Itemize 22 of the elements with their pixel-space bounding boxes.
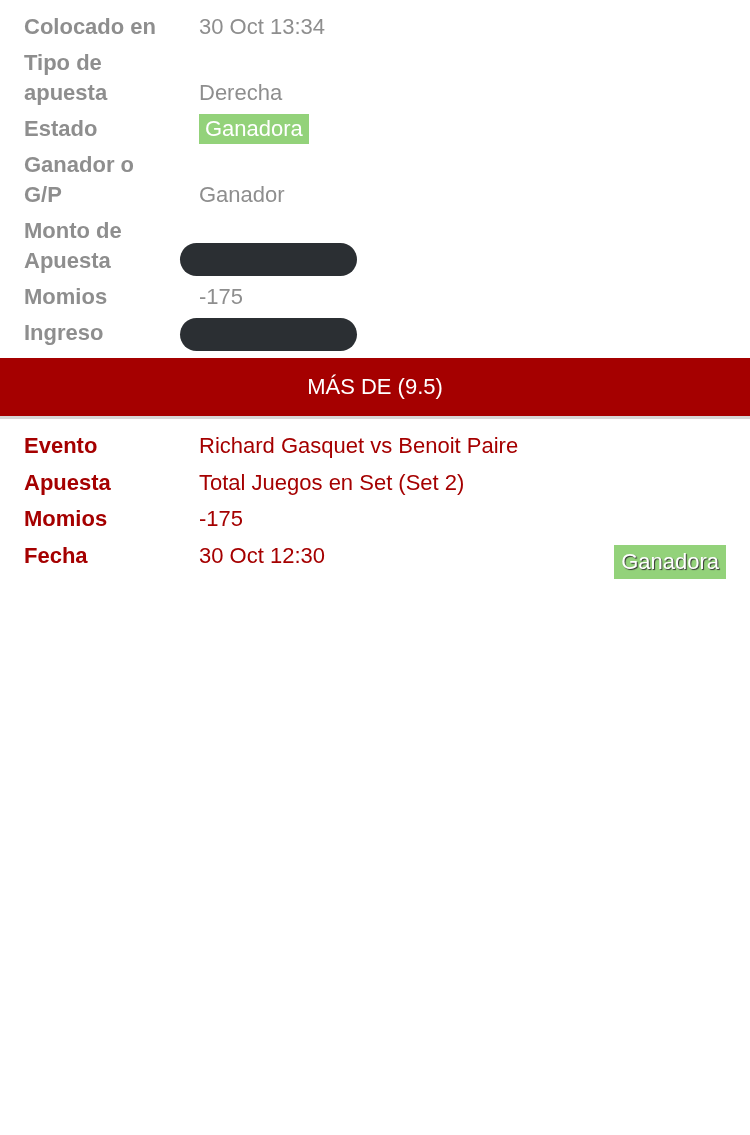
field-value: Ganador (199, 181, 286, 209)
detail-label: Evento (24, 432, 99, 460)
field-value: 30 Oct 13:34 (199, 13, 326, 41)
status-badge: Ganadora (199, 114, 309, 144)
selection-banner: MÁS DE (9.5) (0, 358, 750, 419)
detail-label: Momios (24, 505, 109, 533)
detail-value: Total Juegos en Set (Set 2) (199, 468, 466, 497)
field-label: Tipo de apuesta (24, 49, 109, 107)
detail-value: -175 (199, 505, 245, 533)
field-label: Ingreso (24, 319, 105, 347)
field-value: Derecha (199, 79, 284, 107)
detail-label: Fecha (24, 541, 89, 570)
detail-label: Apuesta (24, 468, 112, 497)
field-label: Monto de Apuesta (24, 217, 123, 275)
field-label: Ganador o G/P (24, 151, 135, 209)
field-label: Colocado en (24, 13, 157, 41)
field-value: -175 (199, 283, 245, 311)
result-badge: Ganadora (614, 544, 726, 579)
detail-value: Richard Gasquet vs Benoit Paire (199, 432, 520, 460)
field-label: Momios (24, 283, 109, 311)
field-label: Estado (24, 115, 99, 143)
detail-value: 30 Oct 12:30 (199, 541, 326, 570)
